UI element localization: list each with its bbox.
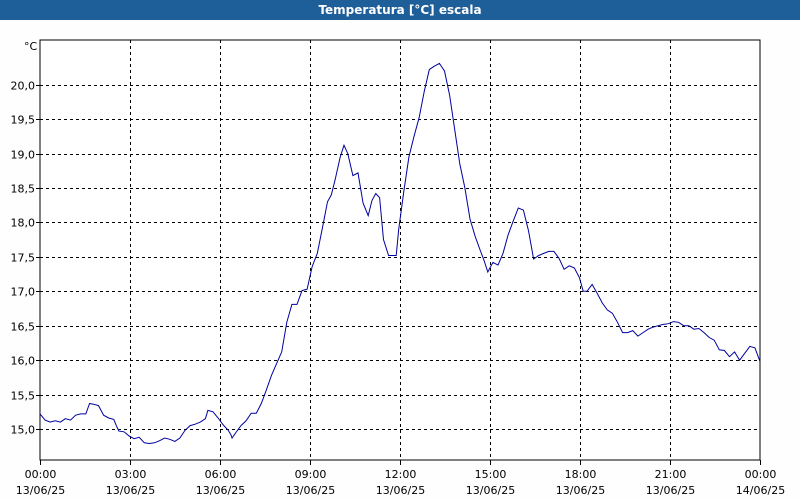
x-tick-time-label: 00:00: [25, 468, 57, 481]
x-tick-time-label: 09:00: [295, 468, 327, 481]
y-axis-ticks: 15,0 15,5 16,0 16,5 17,0 17,5 18,0 18,5 19,0 19,5…: [11, 80, 40, 437]
y-axis-unit-label: °C: [24, 40, 38, 53]
y-tick-label: 18,0: [11, 217, 36, 230]
x-tick-time-label: 18:00: [565, 468, 597, 481]
x-tick-date-label: 13/06/25: [196, 484, 245, 497]
x-tick-date-label: 13/06/25: [376, 484, 425, 497]
x-tick-date-label: 13/06/25: [16, 484, 65, 497]
y-tick-label: 15,5: [11, 390, 36, 403]
x-tick-time-label: 21:00: [655, 468, 687, 481]
x-tick-date-label: 14/06/25: [736, 484, 785, 497]
x-tick-time-label: 12:00: [385, 468, 417, 481]
x-tick-date-label: 13/06/25: [106, 484, 155, 497]
x-tick-date-label: 13/06/25: [466, 484, 515, 497]
x-tick-time-label: 06:00: [205, 468, 237, 481]
y-tick-label: 15,0: [11, 424, 36, 437]
y-tick-label: 16,5: [11, 321, 36, 334]
x-tick-time-label: 15:00: [475, 468, 507, 481]
y-tick-label: 19,0: [11, 149, 36, 162]
x-tick-date-label: 13/06/25: [646, 484, 695, 497]
y-tick-label: 18,5: [11, 183, 36, 196]
chart-title-bar: Temperatura [°C] escala: [0, 0, 800, 20]
x-axis-ticks: 00:00 13/06/25 03:00 13/06/25 06:00 13/06/25 0…: [16, 460, 785, 497]
y-tick-label: 17,0: [11, 286, 36, 299]
y-tick-label: 17,5: [11, 252, 36, 265]
chart-window: Temperatura [°C] escala 15,0 15,5 16,0 16,5…: [0, 0, 800, 500]
y-tick-label: 20,0: [11, 80, 36, 93]
temperature-line-chart: 15,0 15,5 16,0 16,5 17,0 17,5 18,0 18,5 19,0 19,5…: [11, 39, 785, 497]
y-tick-label: 19,5: [11, 114, 36, 127]
x-tick-time-label: 03:00: [115, 468, 147, 481]
x-tick-date-label: 13/06/25: [556, 484, 605, 497]
x-tick-time-label: 00:00: [745, 468, 777, 481]
x-tick-date-label: 13/06/25: [286, 484, 335, 497]
y-tick-label: 16,0: [11, 355, 36, 368]
